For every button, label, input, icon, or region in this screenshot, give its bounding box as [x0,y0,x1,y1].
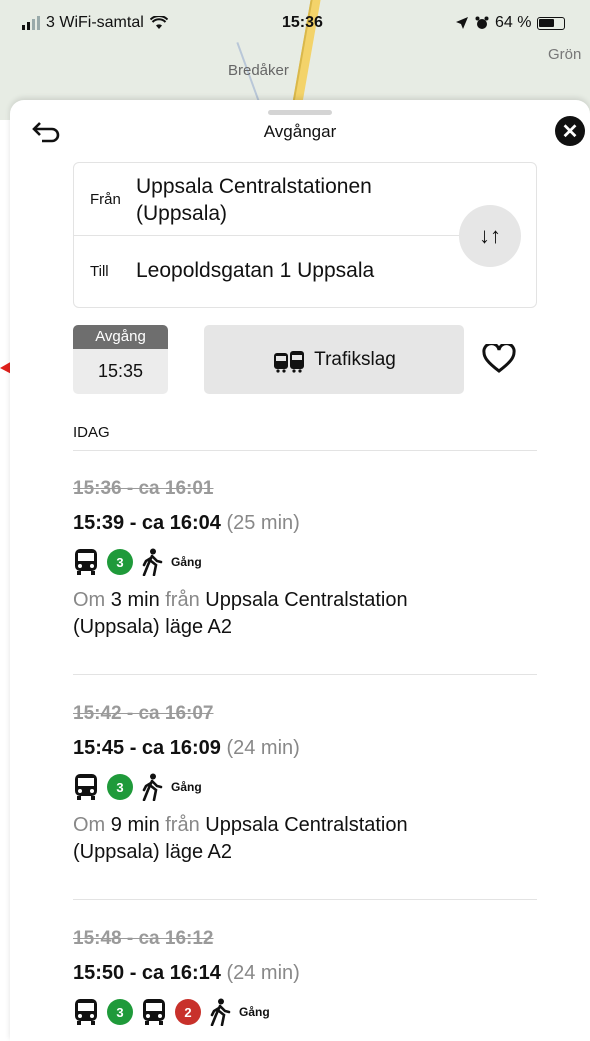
favorite-heart-icon[interactable] [482,344,516,374]
departure-time-button[interactable]: Avgång 15:35 [73,325,168,394]
bus-tram-icon [274,350,305,373]
to-field[interactable]: Leopoldsgatan 1 Uppsala [136,259,374,283]
line-badge: 2 [175,999,201,1025]
trip-info: Om 9 min från Uppsala Centralstation (Upp… [73,814,408,863]
original-time: 15:42 - ca 16:07 [73,703,214,724]
bus-icon [143,999,165,1025]
bus-icon [75,999,97,1025]
close-button[interactable]: ✕ [555,116,585,146]
day-label: IDAG [73,424,110,441]
map-place-label: Bredåker [228,62,289,79]
to-label: Till [90,263,109,280]
sheet-grabber[interactable] [268,110,332,115]
trip-item[interactable]: 15:36 - ca 16:01 15:39 - ca 16:04 (25 mi… [73,478,537,641]
carrier-info: 3 WiFi-samtal [22,14,168,32]
line-badge: 3 [107,999,133,1025]
walk-label: Gång [171,555,202,569]
trip-legs: 3 2 Gång [73,997,537,1027]
trip-item[interactable]: 15:48 - ca 16:12 15:50 - ca 16:14 (24 mi… [73,928,537,1027]
wifi-icon [149,16,168,29]
bus-icon [75,549,97,575]
alarm-icon [475,16,489,29]
trip-item[interactable]: 15:42 - ca 16:07 15:45 - ca 16:09 (24 mi… [73,703,537,866]
trip-info: Om 3 min från Uppsala Centralstation (Upp… [73,589,408,638]
divider [74,235,460,236]
updated-time: 15:45 - ca 16:09 (24 min) [73,737,300,759]
location-arrow-icon [456,17,468,29]
map-place-label: Grön [548,46,582,63]
trip-legs: 3 Gång [73,547,537,577]
divider [73,674,537,675]
from-label: Från [90,191,121,208]
trip-legs: 3 Gång [73,772,537,802]
status-right: 64 % [455,14,566,32]
transport-mode-label: Trafikslag [314,348,396,370]
departure-time: 15:35 [97,361,144,381]
walk-label: Gång [171,780,202,794]
walk-icon [142,548,163,576]
original-time: 15:48 - ca 16:12 [73,928,214,949]
transport-mode-button[interactable]: Trafikslag [204,325,464,394]
bus-icon [75,774,97,800]
battery-icon [537,16,566,30]
battery-percent: 64 % [495,14,532,31]
original-time: 15:36 - ca 16:01 [73,478,214,499]
swap-arrows-icon: ↓↑ [479,223,501,248]
walk-icon [142,773,163,801]
signal-icon [22,16,40,30]
divider [73,899,537,900]
line-badge: 3 [107,774,133,800]
updated-time: 15:39 - ca 16:04 (25 min) [73,512,300,534]
departures-sheet: Avgångar ✕ Från Uppsala Centralstationen… [10,100,590,1041]
divider [73,450,537,451]
swap-button[interactable]: ↓↑ [459,205,521,267]
page-title: Avgångar [263,122,337,141]
walk-label: Gång [239,1005,270,1019]
from-field[interactable]: Uppsala Centralstationen (Uppsala) [136,173,456,227]
status-bar: 3 WiFi-samtal 15:36 64 % [0,0,590,44]
line-badge: 3 [107,549,133,575]
updated-time: 15:50 - ca 16:14 (24 min) [73,962,300,984]
route-selector: Från Uppsala Centralstationen (Uppsala) … [73,162,537,308]
carrier-label: 3 WiFi-samtal [46,14,144,31]
departure-label: Avgång [73,325,168,349]
walk-icon [210,998,231,1026]
close-icon: ✕ [561,120,579,143]
status-time: 15:36 [282,14,323,31]
